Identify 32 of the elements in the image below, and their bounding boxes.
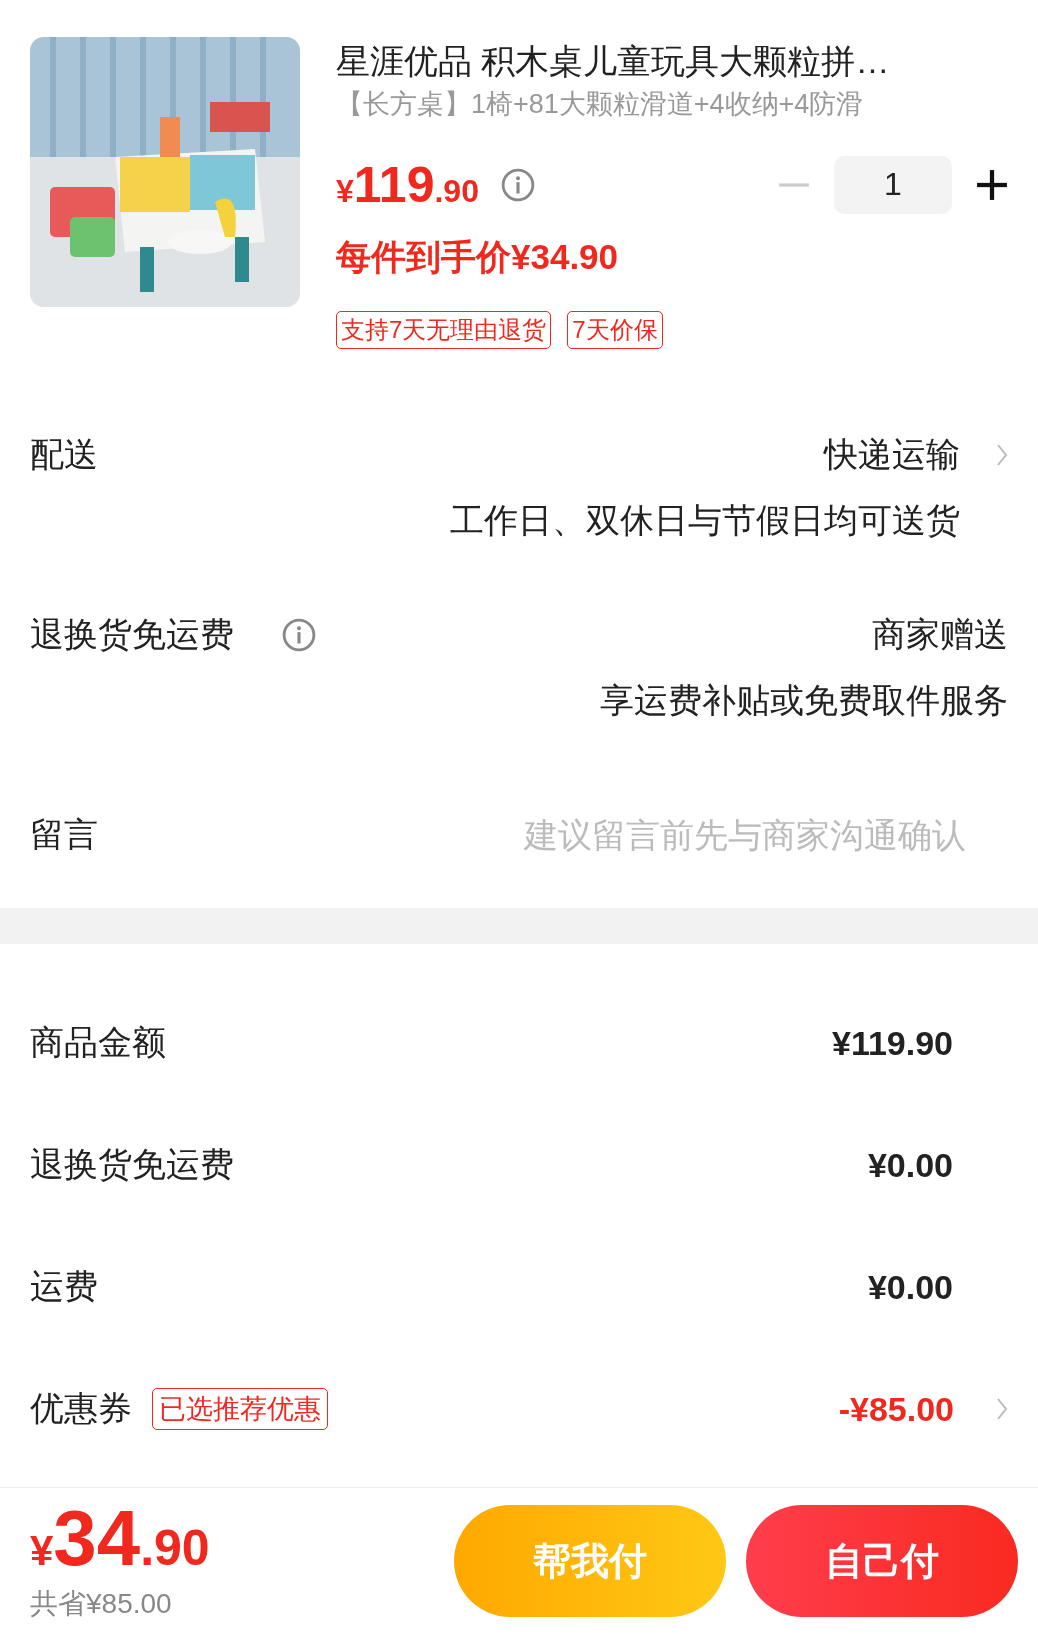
service-tag: 支持7天无理由退货 bbox=[336, 310, 552, 349]
savings-text: 共省¥85.00 bbox=[30, 1587, 173, 1621]
option-note: 享运费补贴或免费取件服务 bbox=[600, 680, 1008, 721]
plus-button[interactable] bbox=[976, 168, 1008, 201]
option-value[interactable]: 商家赠送 bbox=[872, 612, 1008, 658]
row-label: 退换货免运费 bbox=[30, 614, 234, 655]
total-price: ¥34.90 bbox=[30, 1499, 210, 1577]
summary-amount: ¥119.90 bbox=[831, 1023, 953, 1063]
pay-button[interactable]: 自己付 bbox=[746, 1505, 1018, 1617]
message-field[interactable]: 建议留言前先与商家沟通确认 bbox=[444, 814, 968, 856]
info-icon[interactable] bbox=[500, 167, 535, 202]
unit-price: 每件到手价¥34.90 bbox=[336, 235, 620, 278]
row-label: 留言 bbox=[30, 814, 98, 855]
summary-amount: ¥0.00 bbox=[867, 1267, 953, 1307]
product-spec: 【长方桌】1椅+81大颗粒滑道+4收纳+4防滑 bbox=[336, 87, 865, 121]
summary-amount: -¥85.00 bbox=[838, 1389, 954, 1429]
quantity-field[interactable]: 1 bbox=[834, 155, 952, 214]
service-tag: 7天价保 bbox=[567, 310, 663, 349]
summary-label: 优惠券 bbox=[30, 1388, 132, 1429]
summary-label: 运费 bbox=[30, 1266, 98, 1307]
summary-label: 商品金额 bbox=[30, 1022, 166, 1063]
option-note: 工作日、双休日与节假日均可送货 bbox=[450, 500, 960, 541]
option-value[interactable]: 快递运输 bbox=[824, 432, 960, 478]
chevron-icon bbox=[996, 1396, 1008, 1422]
product-price: ¥119.90 bbox=[336, 155, 479, 214]
product-title: 星涯优品 积木桌儿童玩具大颗粒拼… bbox=[336, 41, 891, 82]
row-label: 配送 bbox=[30, 434, 98, 475]
summary-amount: ¥0.00 bbox=[867, 1145, 953, 1185]
summary-label: 退换货免运费 bbox=[30, 1144, 234, 1185]
coupon-badge: 已选推荐优惠 bbox=[152, 1388, 328, 1430]
chevron-icon bbox=[996, 442, 1008, 468]
info-icon[interactable] bbox=[282, 618, 316, 652]
